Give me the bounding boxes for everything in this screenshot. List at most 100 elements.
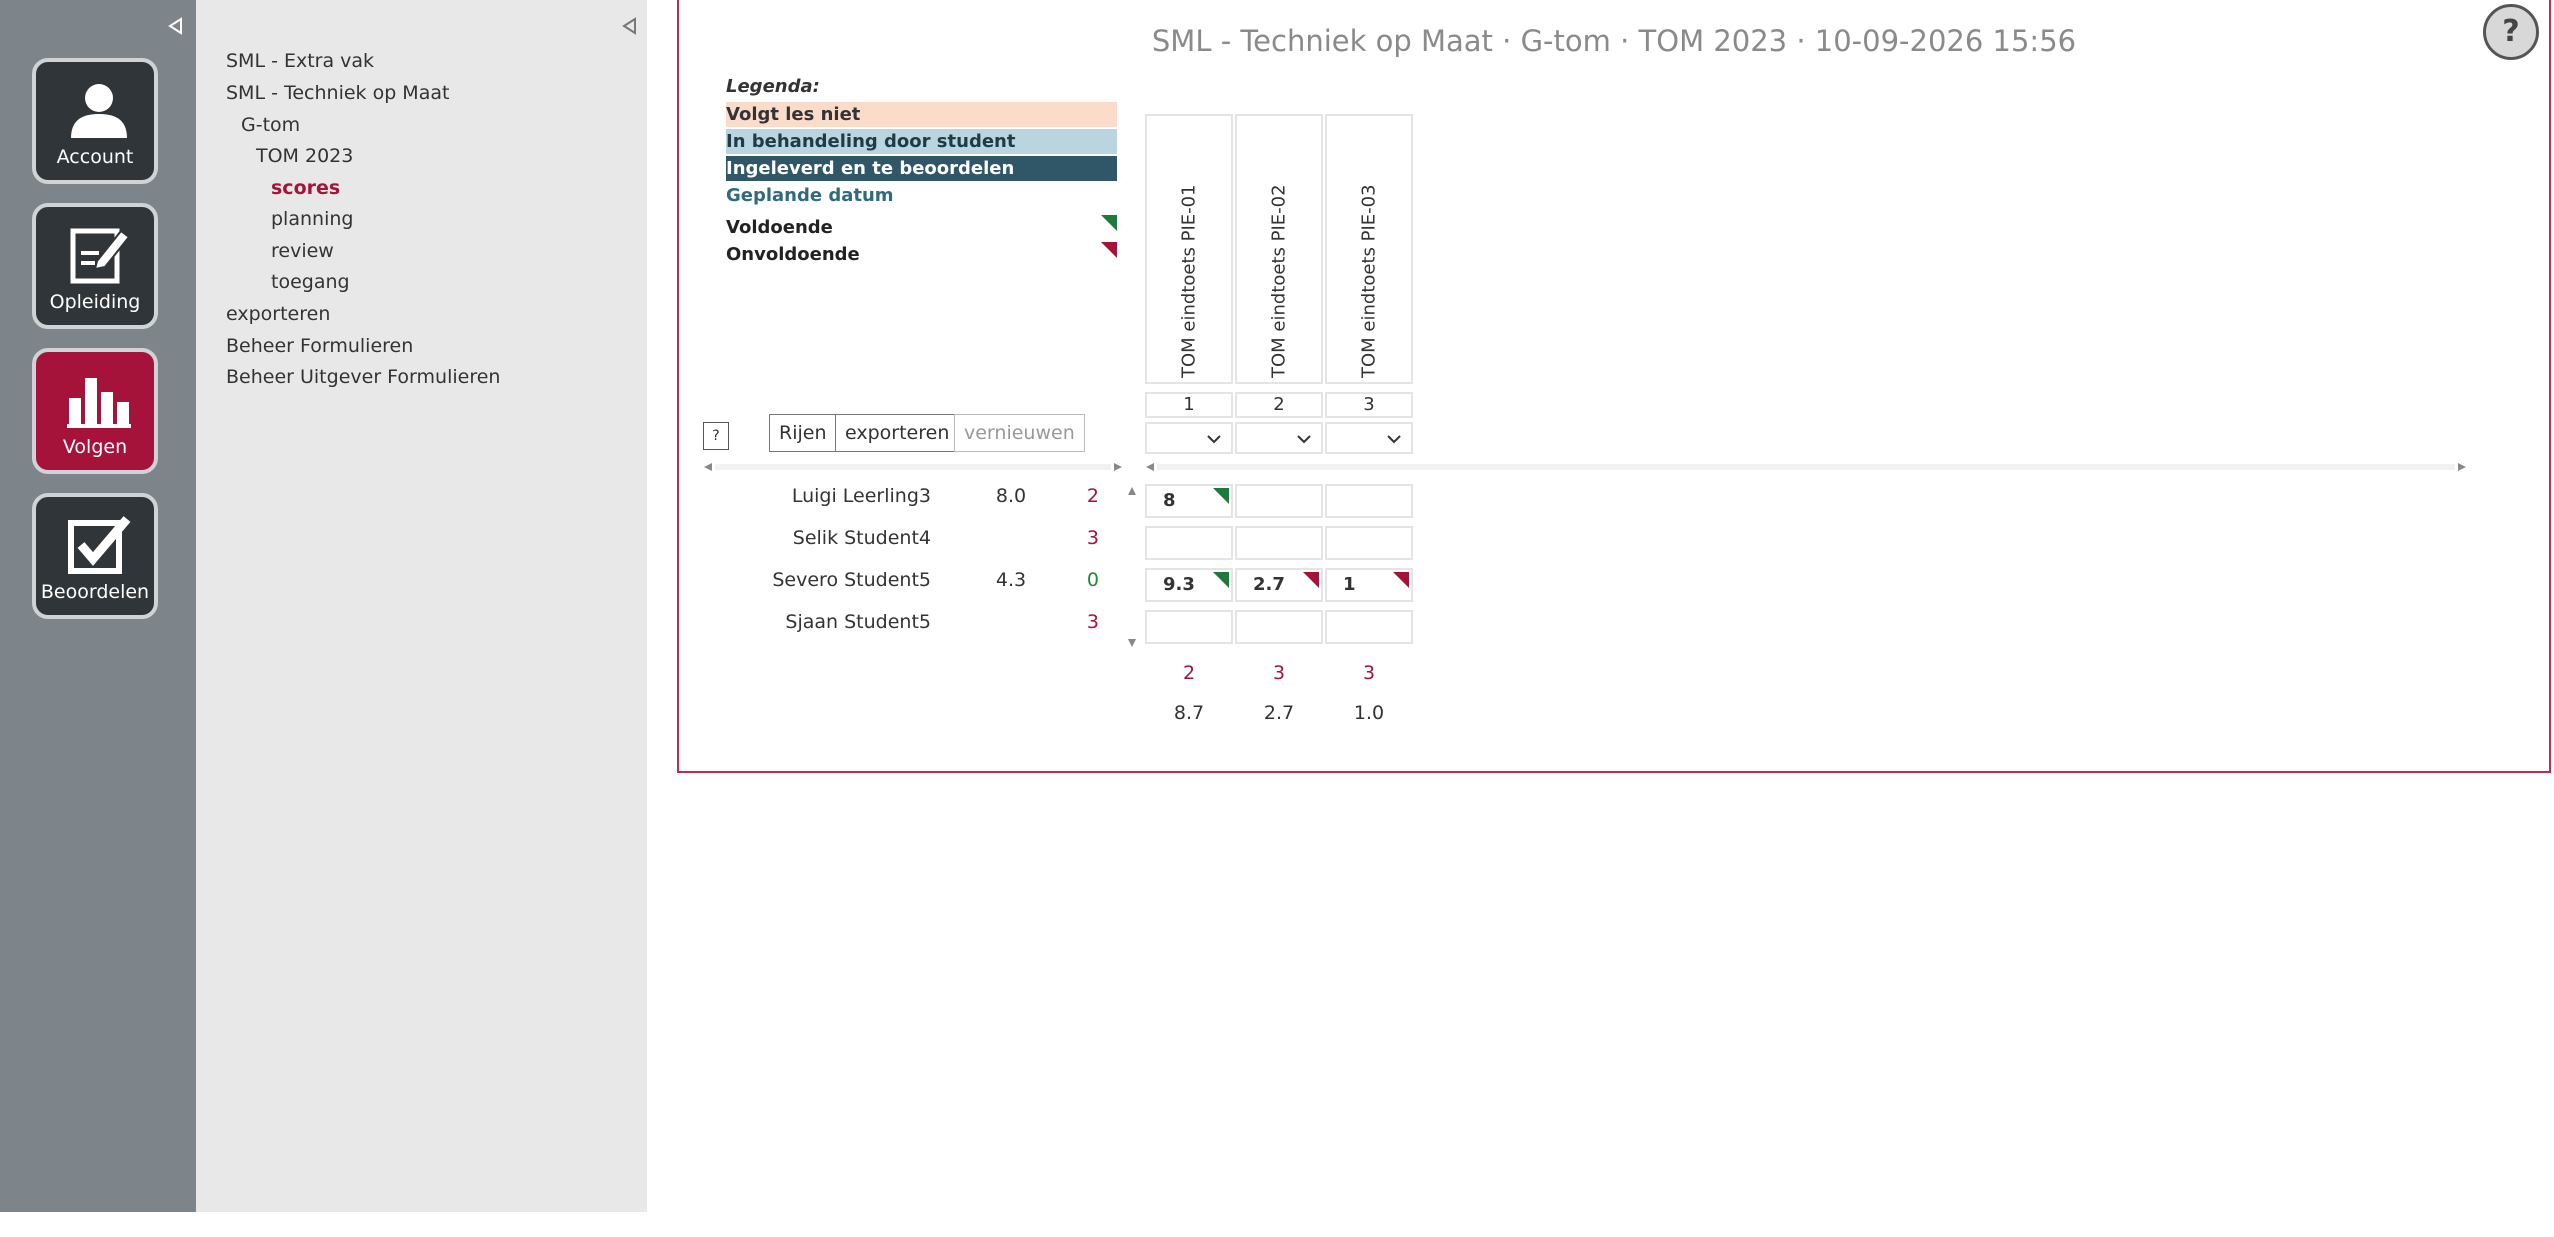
score-cell[interactable]: 9.3 <box>1145 568 1233 602</box>
onvoldoende-marker-icon <box>1393 572 1409 588</box>
student-average: 4.3 <box>995 569 1027 591</box>
rail-opleiding-button[interactable]: Opleiding <box>32 203 158 329</box>
column-average: 8.7 <box>1173 702 1205 724</box>
voldoende-marker-icon <box>1101 215 1117 231</box>
tree-item-planning[interactable]: planning <box>271 208 353 230</box>
score-cell[interactable]: 1 <box>1325 568 1413 602</box>
score-cell[interactable] <box>1145 526 1233 560</box>
column-filter-select-3[interactable] <box>1325 422 1413 454</box>
rail-beoordelen-button[interactable]: Beoordelen <box>32 493 158 619</box>
column-fail-count: 3 <box>1272 662 1286 684</box>
score-cell[interactable]: 8 <box>1145 484 1233 518</box>
tree-item-scores[interactable]: scores <box>271 177 340 199</box>
tree-item-review[interactable]: review <box>271 240 334 262</box>
bar-chart-icon <box>67 378 131 428</box>
help-button[interactable]: ? <box>2483 4 2539 60</box>
tree-item-g-tom[interactable]: G-tom <box>241 114 300 136</box>
voldoende-marker-icon <box>1213 488 1229 504</box>
student-open-count: 2 <box>1086 485 1099 507</box>
column-filter-select-2[interactable] <box>1235 422 1323 454</box>
student-open-count: 0 <box>1086 569 1099 591</box>
refresh-button: vernieuwen <box>954 414 1085 452</box>
chevron-down-icon <box>1297 435 1311 444</box>
student-name: Luigi Leerling3 <box>791 485 931 507</box>
tree-item-tom-2023[interactable]: TOM 2023 <box>256 145 353 167</box>
user-icon <box>71 84 127 138</box>
legend-geplande-datum: Geplande datum <box>726 185 894 206</box>
grid-horizontal-scrollbar[interactable] <box>1145 460 2467 474</box>
scroll-right-icon[interactable] <box>2457 462 2467 472</box>
column-number-1: 1 <box>1145 392 1233 418</box>
student-open-count: 3 <box>1086 527 1099 549</box>
edit-note-icon <box>70 228 131 284</box>
scroll-down-icon[interactable] <box>1127 638 1137 648</box>
tree-item-sml-extra-vak[interactable]: SML - Extra vak <box>226 50 374 72</box>
onvoldoende-marker-icon <box>1101 242 1117 258</box>
column-average: 2.7 <box>1263 702 1295 724</box>
chevron-down-icon <box>1387 435 1401 444</box>
score-value: 1 <box>1343 574 1356 595</box>
app-rail: Account Opleiding Volgen Beoordelen <box>0 0 196 1212</box>
score-value: 9.3 <box>1163 574 1195 595</box>
scroll-right-icon[interactable] <box>1113 462 1123 472</box>
legend-voldoende: Voldoende <box>726 217 833 238</box>
legend-in-behandeling: In behandeling door student <box>726 129 1117 154</box>
rail-volgen-label: Volgen <box>62 436 128 458</box>
score-cell[interactable] <box>1325 484 1413 518</box>
scroll-left-icon[interactable] <box>703 462 713 472</box>
chevron-down-icon <box>1207 435 1221 444</box>
column-number-2: 2 <box>1235 392 1323 418</box>
legend-title: Legenda: <box>726 76 820 97</box>
score-value: 2.7 <box>1253 574 1285 595</box>
score-cell[interactable] <box>1235 610 1323 644</box>
navigation-tree: SML - Extra vak SML - Techniek op Maat G… <box>196 0 647 1212</box>
column-filter-select-1[interactable] <box>1145 422 1233 454</box>
tree-item-beheer-formulieren[interactable]: Beheer Formulieren <box>226 335 413 357</box>
score-cell[interactable] <box>1235 484 1323 518</box>
student-average: 8.0 <box>995 485 1027 507</box>
rail-account-button[interactable]: Account <box>32 58 158 184</box>
scroll-up-icon[interactable] <box>1127 486 1137 496</box>
column-header-2[interactable]: TOM eindtoets PIE-02 <box>1235 114 1323 384</box>
student-name: Selik Student4 <box>792 527 931 549</box>
tree-item-sml-techniek-op-maat[interactable]: SML - Techniek op Maat <box>226 82 449 104</box>
score-cell[interactable] <box>1325 610 1413 644</box>
rail-beoordelen-label: Beoordelen <box>40 581 150 603</box>
rail-volgen-button[interactable]: Volgen <box>32 348 158 474</box>
column-fail-count: 3 <box>1362 662 1376 684</box>
student-open-count: 3 <box>1086 611 1099 633</box>
rail-account-label: Account <box>56 146 134 168</box>
rail-opleiding-label: Opleiding <box>49 291 141 313</box>
column-header-label: TOM eindtoets PIE-03 <box>1358 184 1380 378</box>
student-name: Sjaan Student5 <box>785 611 931 633</box>
rows-button[interactable]: Rijen <box>769 414 837 452</box>
checkbox-icon <box>68 516 131 574</box>
scroll-left-icon[interactable] <box>1145 462 1155 472</box>
legend-onvoldoende: Onvoldoende <box>726 244 860 265</box>
export-button[interactable]: exporteren <box>835 414 960 452</box>
score-cell[interactable] <box>1325 526 1413 560</box>
column-header-label: TOM eindtoets PIE-01 <box>1178 184 1200 378</box>
tree-item-toegang[interactable]: toegang <box>271 271 350 293</box>
column-fail-count: 2 <box>1182 662 1196 684</box>
column-average: 1.0 <box>1353 702 1385 724</box>
onvoldoende-marker-icon <box>1303 572 1319 588</box>
score-value: 8 <box>1163 490 1176 511</box>
tree-item-beheer-uitgever-formulieren[interactable]: Beheer Uitgever Formulieren <box>226 366 500 388</box>
column-header-1[interactable]: TOM eindtoets PIE-01 <box>1145 114 1233 384</box>
collapse-rail-icon[interactable] <box>166 16 186 36</box>
score-cell[interactable] <box>1145 610 1233 644</box>
column-header-3[interactable]: TOM eindtoets PIE-03 <box>1325 114 1413 384</box>
tree-item-exporteren[interactable]: exporteren <box>226 303 330 325</box>
legend-ingeleverd: Ingeleverd en te beoordelen <box>726 156 1117 181</box>
collapse-tree-icon[interactable] <box>620 16 640 36</box>
table-help-button[interactable]: ? <box>703 422 729 450</box>
score-cell[interactable]: 2.7 <box>1235 568 1323 602</box>
student-name: Severo Student5 <box>772 569 931 591</box>
column-number-3: 3 <box>1325 392 1413 418</box>
page-title: SML - Techniek op Maat · G-tom · TOM 202… <box>1151 24 2077 58</box>
left-horizontal-scrollbar[interactable] <box>703 460 1123 474</box>
legend-volgt-les-niet: Volgt les niet <box>726 102 1117 127</box>
score-cell[interactable] <box>1235 526 1323 560</box>
scores-panel: SML - Techniek op Maat · G-tom · TOM 202… <box>677 0 2551 773</box>
